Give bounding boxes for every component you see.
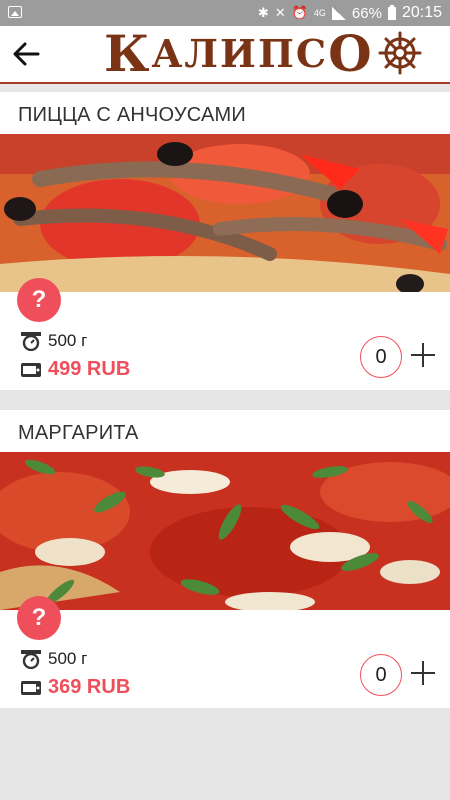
product-weight: 500 г [48,331,88,350]
ship-wheel-icon [378,31,422,75]
product-image-margherita-pizza[interactable] [0,452,450,610]
product-title: МАРГАРИТА [18,422,139,444]
weight-row: 500 г [20,649,87,669]
product-price: 499 RUB [48,358,131,380]
back-arrow-icon[interactable] [10,38,42,70]
weight-row: 500 г [20,331,87,351]
wallet-icon [21,680,41,695]
product-title: ПИЦЦА С АНЧОУСАМИ [18,104,246,126]
status-icons: ✱ ✕ ⏰ 4G 66% 20:15 [258,3,442,23]
price-row: 369 RUB [20,676,130,699]
battery-icon [387,4,396,20]
app-header: К АЛИПС О [0,24,450,84]
clock: 20:15 [401,4,442,21]
scale-icon [21,650,41,669]
product-weight: 500 г [48,649,88,668]
plus-icon[interactable] [410,660,436,686]
product-price: 369 RUB [48,676,131,698]
logo-text: АЛИПС [151,30,329,76]
wallet-icon [21,362,41,377]
signal-icon [331,6,346,20]
battery-percent: 66% [351,4,382,22]
network-type: 4G [313,8,326,18]
plus-icon[interactable] [410,342,436,368]
product-card: ПИЦЦА С АНЧОУСАМИ ? 500 г 499 RUB 0 [0,92,450,390]
bluetooth-icon: ✱ [257,5,269,20]
help-button[interactable]: ? [17,278,61,322]
scale-icon [21,332,41,351]
alarm-icon: ⏰ [291,5,308,20]
vibrate-icon: ✕ [274,5,286,20]
logo: К АЛИПС О [104,24,422,83]
help-button[interactable]: ? [17,596,61,640]
logo-letter-o: О [328,23,374,83]
price-row: 499 RUB [20,358,130,381]
quantity-counter[interactable]: 0 [360,654,402,696]
image-notification-icon [8,6,22,18]
quantity-counter[interactable]: 0 [360,336,402,378]
product-image-anchovy-pizza[interactable] [0,134,450,292]
logo-letter-k: К [104,23,152,83]
product-card: МАРГАРИТА ? 500 г 369 RUB 0 [0,410,450,708]
status-bar: ✱ ✕ ⏰ 4G 66% 20:15 [0,0,450,26]
